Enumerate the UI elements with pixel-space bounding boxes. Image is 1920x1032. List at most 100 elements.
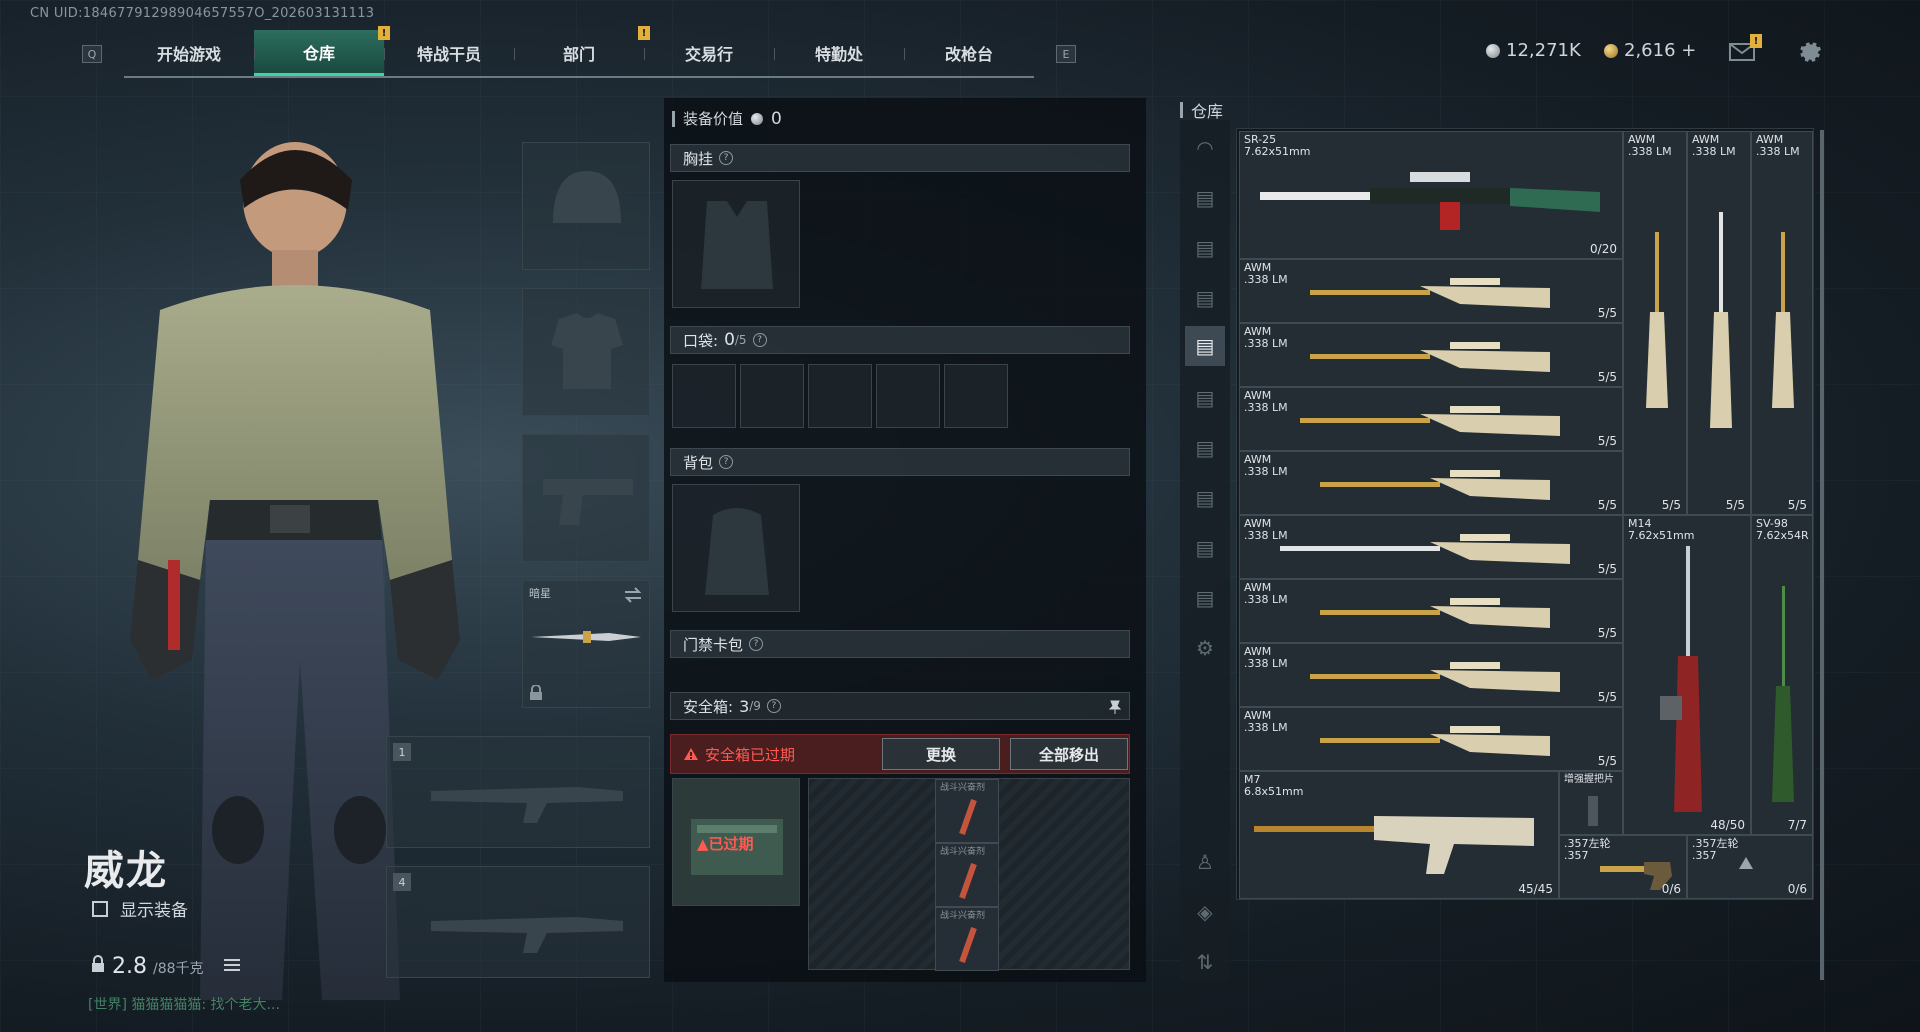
stash-item-awm-vertical[interactable]: AWM .338 LM 5/5 [1751,131,1813,515]
category-icon[interactable]: ▤ [1185,378,1225,418]
chest-rig-slot[interactable] [672,180,800,308]
category-icon[interactable]: ▤ [1185,578,1225,618]
awm-rifle-icon [1310,662,1560,692]
helmet-category-icon[interactable]: ◠ [1185,128,1225,168]
safebox-grid[interactable]: 战斗兴奋剂 战斗兴奋剂 战斗兴奋剂 [808,778,1130,971]
layers-icon[interactable]: ◈ [1185,892,1225,932]
tab-start-game[interactable]: 开始游戏 [124,30,254,76]
awm-rifle-icon [1320,470,1550,500]
notification-badge: ! [378,26,390,40]
awm-rifle-icon [1280,534,1570,564]
safebox-item[interactable]: 战斗兴奋剂 [935,843,999,907]
category-icon[interactable]: ▤ [1185,528,1225,568]
nav-left-key[interactable]: Q [82,45,102,63]
pistol-icon [543,479,633,525]
safebox-item[interactable]: 战斗兴奋剂 [935,779,999,843]
pocket-slot[interactable] [740,364,804,428]
top-nav: Q 开始游戏 仓库 特战干员! 部门 交易行! 特勤处 改枪台 E [82,26,1076,78]
safebox-item[interactable]: 战斗兴奋剂 [935,907,999,971]
safebox-case-slot[interactable]: ▲已过期 [672,778,800,906]
stash-item-awm-vertical[interactable]: AWM .338 LM 5/5 [1623,131,1687,515]
tab-special-ops[interactable]: 特勤处 [774,30,904,76]
tab-gunsmith[interactable]: 改枪台 [904,30,1034,76]
stash-item-grip[interactable]: 增强握把片 [1559,771,1623,835]
tab-department[interactable]: 部门 [514,30,644,76]
vest-icon [701,201,773,289]
pocket-slot[interactable] [944,364,1008,428]
help-icon[interactable]: ? [719,455,734,469]
stash-item-revolver[interactable]: .357左轮 .357 0/6 [1559,835,1687,899]
awm-rifle-icon [1320,726,1550,756]
nav-tabs: 开始游戏 仓库 特战干员! 部门 交易行! 特勤处 改枪台 [124,26,1034,78]
stash-item-m14[interactable]: M14 7.62x51mm 48/50 [1623,515,1751,835]
category-icon[interactable]: ▤ [1185,278,1225,318]
stash-item-awm[interactable]: AWM .338 LM 5/5 [1239,643,1623,707]
stim-syringe-icon [959,799,977,835]
chat-preview[interactable]: [世界] 猫猫猫猫猫: 找个老大... [88,994,280,1014]
help-icon[interactable]: ? [749,637,764,651]
replace-button[interactable]: 更换 [882,738,1000,770]
helmet-slot[interactable] [522,142,650,270]
category-icon[interactable]: ▤ [1185,178,1225,218]
stash-scrollbar[interactable] [1820,130,1824,980]
armor-slot[interactable] [522,288,650,416]
backpack-slot[interactable] [672,484,800,612]
pin-icon[interactable] [1109,700,1121,714]
tab-warehouse[interactable]: 仓库 [254,30,384,76]
rifle-silhouette-icon [431,917,623,953]
equipment-value: 装备价值 0 [672,108,782,129]
sort-icon[interactable]: ⇅ [1185,942,1225,982]
pocket-slot[interactable] [808,364,872,428]
stash-item-awm[interactable]: AWM .338 LM 5/5 [1239,259,1623,323]
help-icon[interactable]: ? [752,333,767,347]
stash-item-awm[interactable]: AWM .338 LM 5/5 [1239,451,1623,515]
safebox-header: 安全箱: 3 /9 ? [670,692,1130,720]
category-icon[interactable]: ▤ [1185,478,1225,518]
category-icon[interactable]: ▤ [1185,428,1225,468]
show-equipment-checkbox[interactable] [92,900,108,917]
stash-item-awm[interactable]: AWM .338 LM 5/5 [1239,515,1623,579]
silver-coin-icon [751,112,764,125]
nav-right-key[interactable]: E [1056,45,1076,63]
melee-slot-label: 暗星 [529,587,551,600]
carry-weight: 2.8 /88千克 [90,954,242,979]
pocket-slot[interactable] [876,364,940,428]
secondary-weapon-slot[interactable]: 4 [386,866,650,978]
help-icon[interactable]: ? [719,151,734,165]
tab-operators[interactable]: 特战干员! [378,26,514,76]
stash-item-sr25[interactable]: SR-25 7.62x51mm 0/20 [1239,131,1623,259]
settings-button[interactable] [1796,38,1822,64]
stash-item-m7[interactable]: M7 6.8x51mm 45/45 [1239,771,1559,899]
pocket-slot[interactable] [672,364,736,428]
mail-button[interactable]: ! [1728,34,1762,62]
stash-item-revolver[interactable]: .357左轮 .357 0/6 [1687,835,1813,899]
grip-icon [1588,796,1598,826]
category-icon[interactable]: ▤ [1185,228,1225,268]
stash-item-awm[interactable]: AWM .338 LM 5/5 [1239,323,1623,387]
notification-badge: ! [638,26,650,40]
primary-weapon-slot[interactable]: 1 [386,736,650,848]
stash-item-awm[interactable]: AWM .338 LM 5/5 [1239,707,1623,771]
show-equipment-toggle[interactable]: 显示装备 [92,896,188,921]
m7-rifle-icon [1254,816,1534,874]
expired-badge: ▲已过期 [697,835,754,853]
stash-item-awm[interactable]: AWM .338 LM 5/5 [1239,387,1623,451]
stash-item-awm[interactable]: AWM .338 LM 5/5 [1239,579,1623,643]
help-icon[interactable]: ? [766,699,781,713]
knife-icon [531,631,641,643]
swap-icon[interactable] [623,587,643,603]
stash-item-sv98[interactable]: SV-98 7.62x54R 7/7 [1751,515,1813,835]
operator-icon[interactable]: ♙ [1185,842,1225,882]
awm-rifle-icon [1710,212,1732,428]
tab-market[interactable]: 交易行! [638,26,774,76]
remove-all-button[interactable]: 全部移出 [1010,738,1128,770]
gear-icon[interactable]: ⚙ [1185,628,1225,668]
melee-slot[interactable]: 暗星 [522,580,650,708]
pistol-slot[interactable] [522,434,650,562]
weapon-category-icon[interactable]: ▤ [1185,326,1225,366]
list-icon[interactable] [223,957,242,973]
keycard-header[interactable]: 门禁卡包? [670,630,1130,658]
gold-currency[interactable]: 2,616 + [1604,40,1696,61]
stash-item-awm-vertical[interactable]: AWM .338 LM 5/5 [1687,131,1751,515]
stim-syringe-icon [959,927,977,963]
